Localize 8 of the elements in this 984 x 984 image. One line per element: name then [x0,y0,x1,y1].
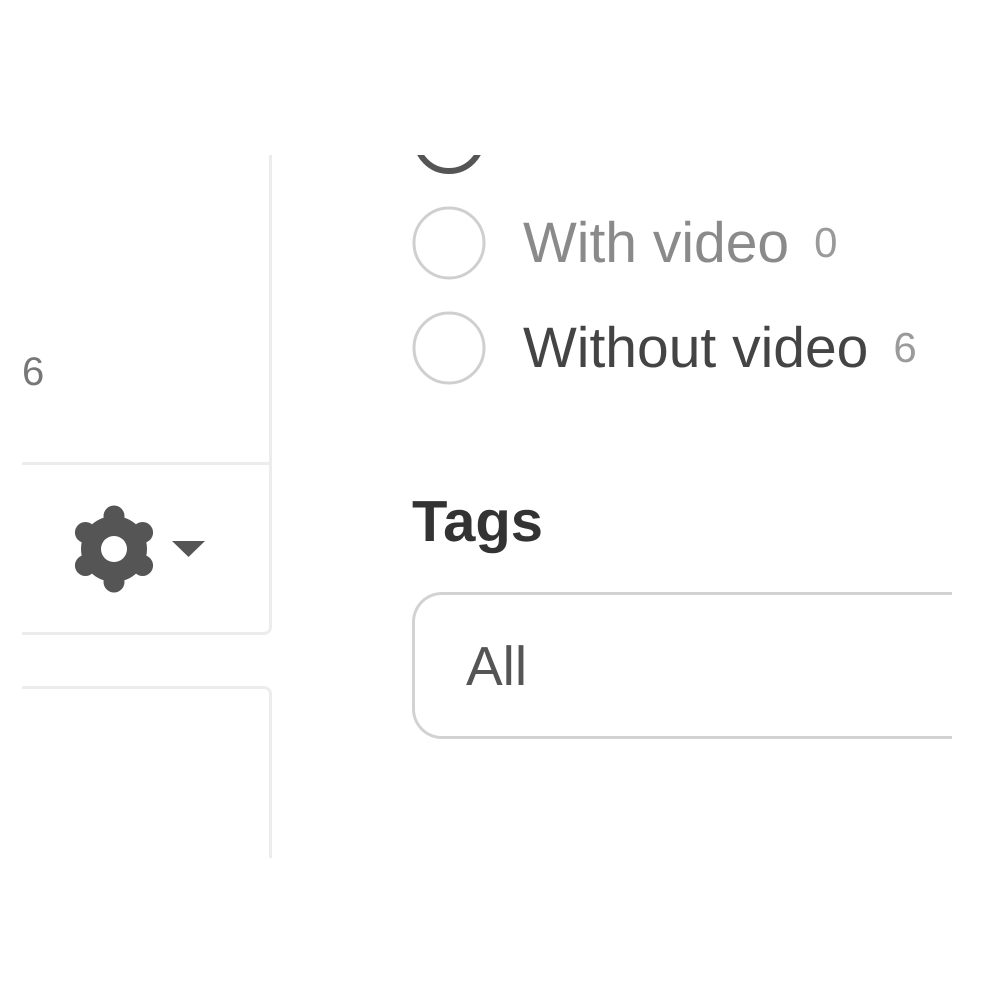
tags-select[interactable]: All [412,592,952,739]
settings-menu-button[interactable] [72,504,205,592]
item-count: 6 [22,349,44,395]
tags-heading: Tags [412,490,544,554]
option-count: 0 [814,222,838,264]
option-label[interactable]: Without video [523,320,868,376]
option-count: 6 [893,327,917,369]
caret-icon [172,540,205,556]
